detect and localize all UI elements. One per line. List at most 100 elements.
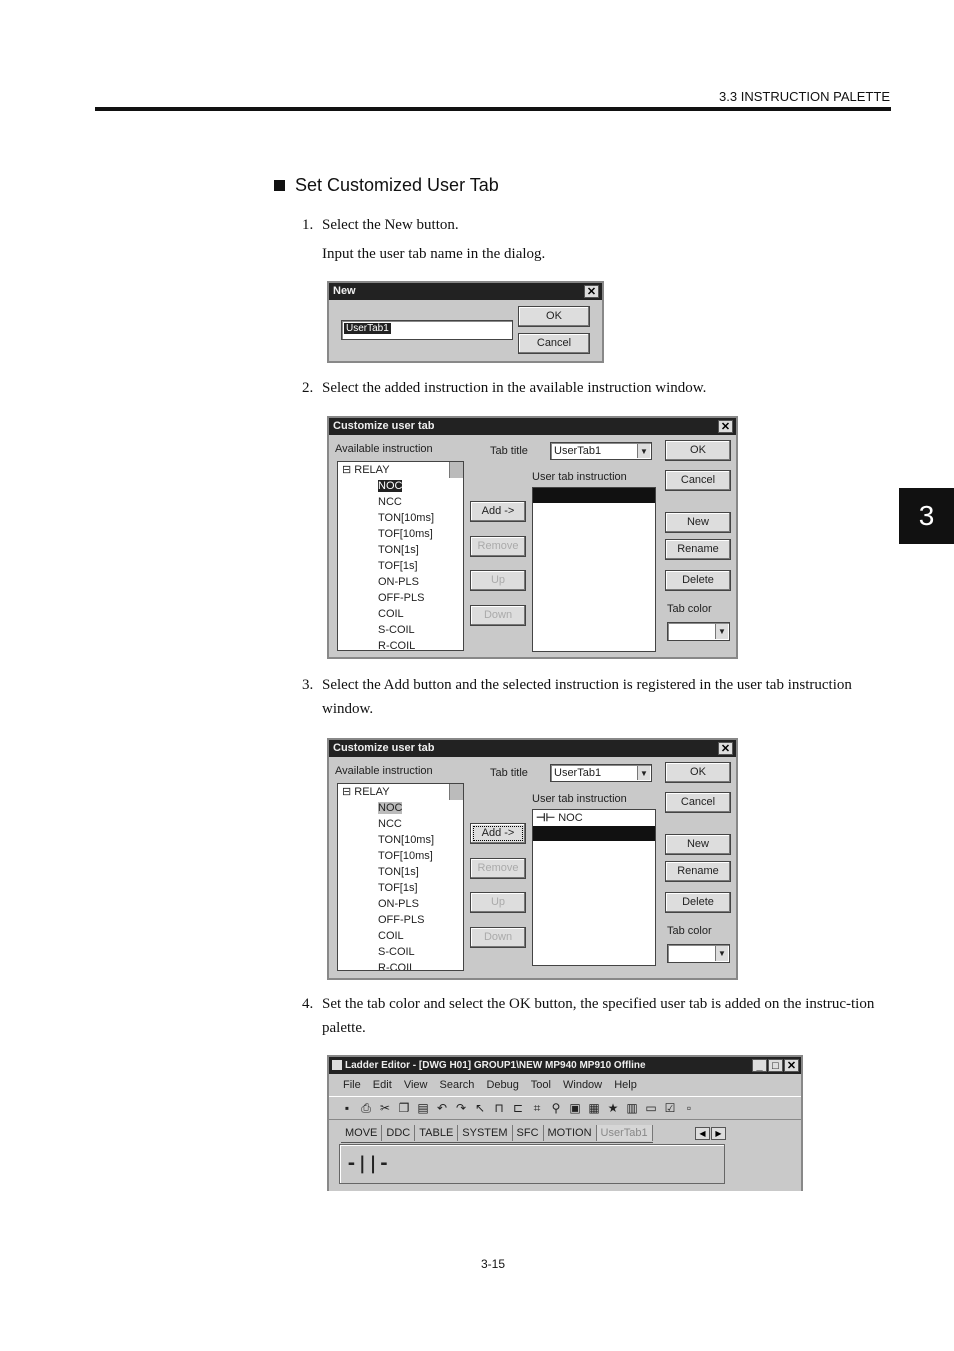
star-icon[interactable]: ★ [605,1100,621,1116]
paste-icon[interactable]: ▤ [415,1100,431,1116]
menu-edit[interactable]: Edit [373,1079,392,1091]
ok-button[interactable]: OK [518,306,590,327]
tab-move[interactable]: MOVE [341,1125,383,1141]
delete-button[interactable]: Delete [665,892,731,913]
tab-title-select[interactable]: UserTab1 ▼ [550,764,652,782]
up-button[interactable]: Up [470,570,526,591]
available-tree[interactable]: ⊟ RELAY NOC NCC TON[10ms] TOF[10ms] TON[… [337,783,464,971]
close-icon[interactable]: ✕ [718,742,733,755]
add-button[interactable]: Add -> [470,823,526,844]
tree-item[interactable]: COIL [342,606,463,622]
tree-item[interactable]: OFF-PLS [342,590,463,606]
user-tab-list[interactable]: ⊣⊢ NOC [532,809,656,966]
up-button[interactable]: Up [470,892,526,913]
tree-item[interactable]: OFF-PLS [342,912,463,928]
tree-item[interactable]: NCC [342,494,463,510]
tree-item[interactable]: TON[10ms] [342,510,463,526]
tree-item[interactable]: COIL [342,928,463,944]
tab-title-select[interactable]: UserTab1 ▼ [550,442,652,460]
pointer-icon[interactable]: ↖ [472,1100,488,1116]
contact-tool-icon[interactable]: ⊓ [491,1100,507,1116]
tree-item[interactable]: NOC [342,800,463,816]
check-icon[interactable]: ☑ [662,1100,678,1116]
tree-root[interactable]: ⊟ RELAY [342,784,463,800]
maximize-icon[interactable]: □ [768,1059,783,1072]
tree-item[interactable]: TOF[10ms] [342,848,463,864]
tree-item[interactable]: S-COIL [342,944,463,960]
menu-debug[interactable]: Debug [486,1079,518,1091]
tree-item[interactable]: ON-PLS [342,896,463,912]
window-icon[interactable]: ▭ [643,1100,659,1116]
tree-root[interactable]: ⊟ RELAY [342,462,463,478]
remove-button[interactable]: Remove [470,858,526,879]
selected-row[interactable] [533,826,655,841]
down-button[interactable]: Down [470,927,526,948]
find-icon[interactable]: ⚲ [548,1100,564,1116]
cancel-button[interactable]: Cancel [665,792,731,813]
menu-window[interactable]: Window [563,1079,602,1091]
tree-item[interactable]: TON[10ms] [342,832,463,848]
remove-button[interactable]: Remove [470,536,526,557]
tree-item[interactable]: R-COIL [342,960,463,970]
cut-icon[interactable]: ✂ [377,1100,393,1116]
chevron-down-icon[interactable]: ▼ [637,766,650,780]
tree-item[interactable]: TOF[10ms] [342,526,463,542]
tab-motion[interactable]: MOTION [544,1125,597,1141]
menu-help[interactable]: Help [614,1079,637,1091]
print-icon[interactable]: ⎙ [358,1100,374,1116]
nc-contact-icon[interactable]: -||- [346,1153,389,1174]
minimize-icon[interactable]: _ [752,1059,767,1072]
tree-item[interactable]: ON-PLS [342,574,463,590]
menu-tool[interactable]: Tool [531,1079,551,1091]
tab-system[interactable]: SYSTEM [458,1125,513,1141]
close-icon[interactable]: ✕ [584,285,599,298]
monitor-icon[interactable]: ▣ [567,1100,583,1116]
tab-usertab1[interactable]: UserTab1 [596,1125,653,1141]
chevron-down-icon[interactable]: ▼ [637,444,650,458]
close-icon[interactable]: ✕ [718,420,733,433]
scroll-left-icon[interactable]: ◀ [695,1127,710,1140]
table-icon[interactable]: ▥ [624,1100,640,1116]
tree-item[interactable]: NCC [342,816,463,832]
available-tree[interactable]: ⊟ RELAY NOC NCC TON[10ms] TOF[10ms] TON[… [337,461,464,651]
wire-tool-icon[interactable]: ⌗ [529,1100,545,1116]
coil-tool-icon[interactable]: ⊏ [510,1100,526,1116]
tab-ddc[interactable]: DDC [382,1125,416,1141]
save-icon[interactable]: ▪ [339,1100,355,1116]
tree-item[interactable]: TON[1s] [342,864,463,880]
tree-item[interactable]: S-COIL [342,622,463,638]
chevron-down-icon[interactable]: ▼ [715,624,728,639]
scroll-right-icon[interactable]: ▶ [711,1127,726,1140]
tab-color-select[interactable]: ▼ [667,622,730,641]
undo-icon[interactable]: ↶ [434,1100,450,1116]
cancel-button[interactable]: Cancel [665,470,731,491]
ok-button[interactable]: OK [665,762,731,783]
new-button[interactable]: New [665,512,731,533]
tab-sfc[interactable]: SFC [513,1125,544,1141]
menu-file[interactable]: File [343,1079,361,1091]
rename-button[interactable]: Rename [665,539,731,560]
user-tab-list[interactable] [532,487,656,652]
add-button[interactable]: Add -> [470,501,526,522]
close-icon[interactable]: ✕ [784,1059,799,1072]
disk-icon[interactable]: ▫ [681,1100,697,1116]
chevron-down-icon[interactable]: ▼ [715,946,728,961]
tree-item[interactable]: TOF[1s] [342,880,463,896]
delete-button[interactable]: Delete [665,570,731,591]
tab-color-select[interactable]: ▼ [667,944,730,963]
tree-item[interactable]: NOC [342,478,463,494]
user-tab-row[interactable]: ⊣⊢ NOC [533,810,655,826]
tab-name-input[interactable]: UserTab1 [341,320,513,340]
register-icon[interactable]: ▦ [586,1100,602,1116]
redo-icon[interactable]: ↷ [453,1100,469,1116]
tree-item[interactable]: TON[1s] [342,542,463,558]
tab-table[interactable]: TABLE [415,1125,459,1141]
cancel-button[interactable]: Cancel [518,333,590,354]
ok-button[interactable]: OK [665,440,731,461]
menu-search[interactable]: Search [440,1079,475,1091]
rename-button[interactable]: Rename [665,861,731,882]
menu-view[interactable]: View [404,1079,428,1091]
tree-item[interactable]: R-COIL [342,638,463,650]
tree-scrollbar[interactable] [449,462,463,478]
copy-icon[interactable]: ❐ [396,1100,412,1116]
